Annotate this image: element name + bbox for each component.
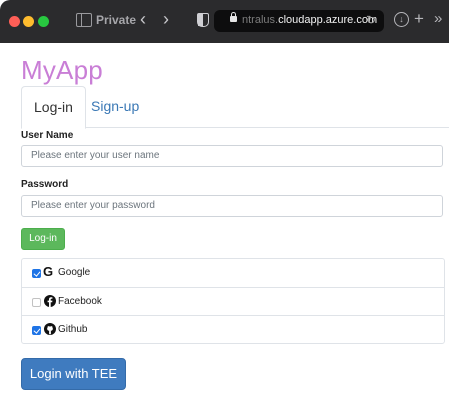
- tab-sign-up[interactable]: Sign-up: [79, 86, 151, 127]
- reload-icon[interactable]: ↻: [366, 13, 376, 27]
- page-content: MyApp Log-in Sign-up User Name Please en…: [0, 43, 449, 412]
- zoom-window-button[interactable]: [38, 16, 49, 27]
- facebook-icon: [44, 295, 56, 307]
- facebook-checkbox[interactable]: [32, 298, 41, 307]
- google-icon: G: [43, 264, 54, 279]
- url-prefix: ntralus.: [242, 14, 279, 26]
- minimize-window-button[interactable]: [23, 16, 34, 27]
- log-in-button[interactable]: Log-in: [21, 228, 65, 250]
- provider-name: Google: [58, 267, 91, 278]
- address-bar[interactable]: ntralus.cloudapp.azure.com ↻: [214, 10, 384, 32]
- back-icon[interactable]: ‹: [140, 9, 146, 30]
- provider-row-github[interactable]: Github: [22, 315, 444, 343]
- app-title: MyApp: [21, 55, 103, 85]
- username-input[interactable]: Please enter your user name: [21, 145, 443, 167]
- login-with-tee-button[interactable]: Login with TEE: [21, 358, 126, 390]
- overflow-icon[interactable]: »: [434, 10, 442, 27]
- auth-tabs: Log-in Sign-up: [21, 86, 449, 129]
- password-label: Password: [21, 179, 69, 190]
- provider-name: Github: [58, 324, 88, 335]
- provider-list: G Google Facebook Github: [21, 258, 445, 344]
- username-label: User Name: [21, 130, 74, 141]
- provider-row-facebook[interactable]: Facebook: [22, 287, 444, 315]
- password-input[interactable]: Please enter your password: [21, 195, 443, 217]
- browser-window: Private ‹ › ntralus.cloudapp.azure.com ↻…: [0, 0, 449, 412]
- url-domain: cloudapp.azure.com: [278, 14, 378, 26]
- private-label: Private: [96, 13, 137, 27]
- sidebar-icon[interactable]: [76, 13, 92, 27]
- url-text[interactable]: ntralus.cloudapp.azure.com: [242, 14, 377, 26]
- tab-log-in[interactable]: Log-in: [21, 86, 86, 129]
- lock-icon: [230, 12, 237, 22]
- close-window-button[interactable]: [9, 16, 20, 27]
- shield-icon[interactable]: [197, 13, 209, 27]
- github-icon: [44, 323, 56, 335]
- forward-icon[interactable]: ›: [163, 9, 169, 30]
- github-checkbox[interactable]: [32, 326, 41, 335]
- google-checkbox[interactable]: [32, 269, 41, 278]
- provider-row-google[interactable]: G Google: [22, 259, 444, 287]
- browser-toolbar: Private ‹ › ntralus.cloudapp.azure.com ↻…: [0, 0, 449, 43]
- provider-name: Facebook: [58, 296, 102, 307]
- download-icon[interactable]: ↓: [394, 12, 409, 27]
- new-tab-icon[interactable]: +: [414, 9, 424, 29]
